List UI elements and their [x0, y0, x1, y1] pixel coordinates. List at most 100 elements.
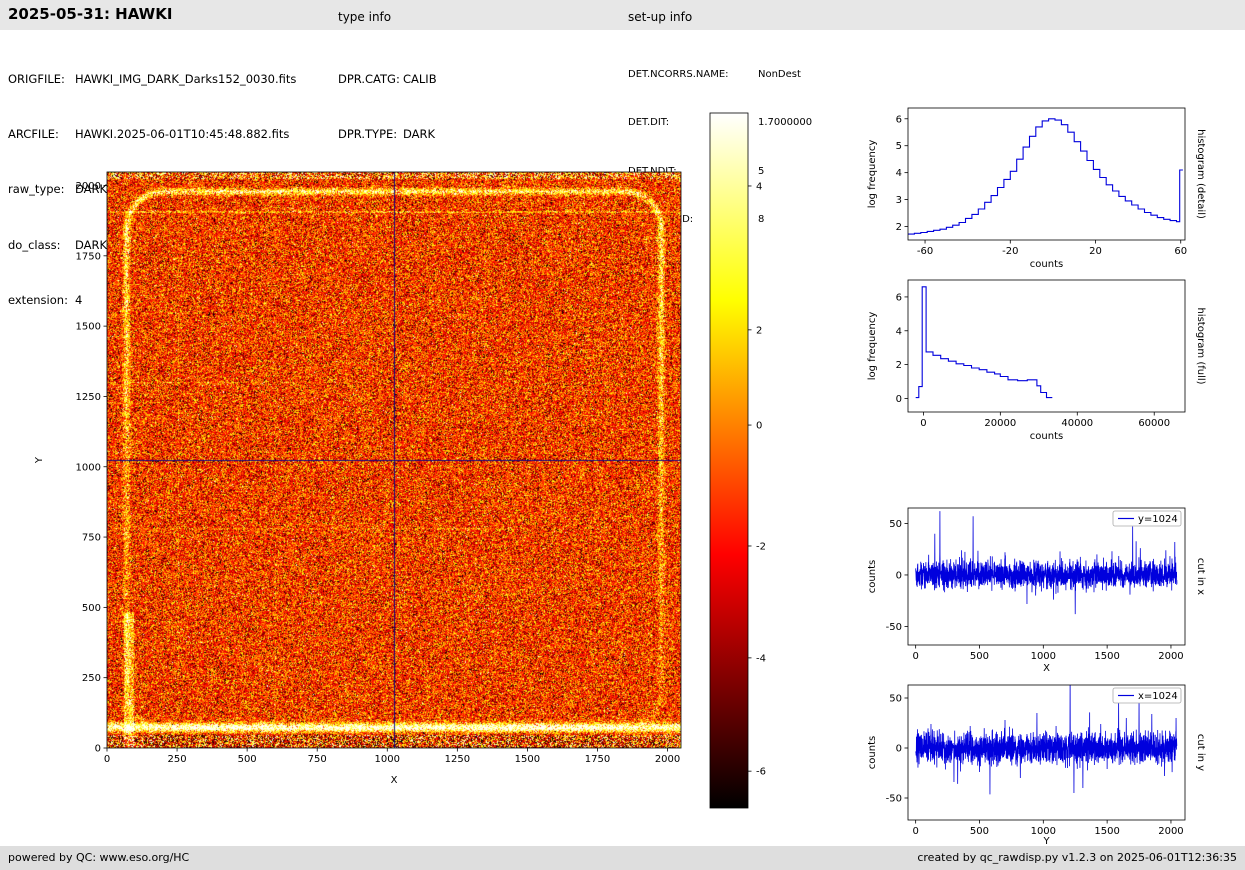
svg-text:1250: 1250	[76, 392, 101, 403]
svg-text:0: 0	[95, 744, 101, 755]
footer-credit-right: created by qc_rawdisp.py v1.2.3 on 2025-…	[917, 851, 1237, 864]
svg-text:4: 4	[896, 326, 902, 337]
cut-in-x-chart: 0 500 1000 1500 2000 -50 0 50 Xcounts cut in x y=1…	[855, 495, 1230, 685]
svg-text:750: 750	[308, 754, 327, 765]
svg-text:6: 6	[896, 292, 902, 303]
histogram-detail-chart: -60 -20 20 60 2 3 4 5 6 counts log frequency histog…	[855, 95, 1230, 280]
svg-text:x=1024: x=1024	[1138, 691, 1178, 702]
svg-text:500: 500	[238, 754, 257, 765]
svg-text:2000: 2000	[76, 181, 101, 192]
svg-text:0: 0	[756, 421, 762, 432]
svg-text:250: 250	[168, 754, 187, 765]
svg-text:2000: 2000	[655, 754, 680, 765]
svg-text:histogram (full): histogram (full)	[1195, 307, 1206, 384]
svg-text:log frequency: log frequency	[867, 140, 878, 209]
svg-text:0: 0	[912, 826, 918, 837]
metadata-row: DPR.CATG: CALIB	[338, 71, 530, 88]
svg-text:500: 500	[970, 651, 989, 662]
svg-text:1250: 1250	[445, 754, 470, 765]
svg-text:2: 2	[896, 222, 902, 233]
svg-text:6: 6	[896, 114, 902, 125]
svg-text:1500: 1500	[76, 322, 101, 333]
svg-text:cut in x: cut in x	[1195, 558, 1206, 595]
metadata-value: HAWKI_IMG_DARK_Darks152_0030.fits	[75, 72, 297, 86]
svg-text:0: 0	[896, 744, 902, 755]
svg-text:2000: 2000	[1158, 651, 1183, 662]
svg-text:counts: counts	[1030, 431, 1063, 442]
svg-text:4: 4	[896, 168, 902, 179]
header-bar	[0, 0, 1245, 30]
metadata-label: DET.NCORRS.NAME:	[628, 69, 729, 80]
svg-text:1500: 1500	[515, 754, 540, 765]
svg-text:-2: -2	[756, 541, 766, 552]
svg-text:2: 2	[896, 360, 902, 371]
svg-text:20: 20	[1089, 246, 1102, 257]
page-title: 2025-05-31: HAWKI	[8, 5, 173, 23]
svg-text:0: 0	[896, 394, 902, 405]
metadata-value: DARK	[403, 127, 436, 142]
setup-info-heading: set-up info	[628, 10, 693, 24]
svg-text:counts: counts	[867, 560, 878, 593]
histogram-full-chart: 0 20000 40000 60000 0 2 4 6 counts log frequency h…	[855, 270, 1230, 452]
svg-text:-50: -50	[886, 622, 902, 633]
metadata-label: ORIGFILE:	[8, 72, 65, 86]
svg-text:1000: 1000	[1031, 651, 1056, 662]
metadata-value: NonDest	[758, 69, 801, 80]
svg-text:60: 60	[1174, 246, 1187, 257]
svg-text:-60: -60	[917, 246, 933, 257]
detector-image-plot: 0 250 500 750 1000 1250 1500 1750 2000 0 250 500 750…	[30, 150, 730, 820]
svg-text:250: 250	[82, 673, 101, 684]
svg-text:0: 0	[104, 754, 110, 765]
svg-text:-50: -50	[886, 794, 902, 805]
metadata-row: ORIGFILE: HAWKI_IMG_DARK_Darks152_0030.fi…	[8, 71, 296, 88]
svg-text:X: X	[391, 775, 398, 786]
cut-in-y-chart: 0 500 1000 1500 2000 -50 0 50 Ycounts cut in y x=1…	[855, 672, 1230, 867]
metadata-label: DPR.CATG:	[338, 72, 400, 86]
svg-text:1750: 1750	[76, 251, 101, 262]
svg-text:0: 0	[920, 418, 926, 429]
svg-text:-20: -20	[1002, 246, 1018, 257]
svg-text:50: 50	[889, 694, 902, 705]
svg-text:Y: Y	[34, 456, 45, 464]
svg-text:4: 4	[756, 181, 762, 192]
svg-text:1000: 1000	[375, 754, 400, 765]
svg-text:1500: 1500	[1094, 826, 1119, 837]
type-info-heading: type info	[338, 10, 392, 24]
hist-detail-svg: -60 -20 20 60 2 3 4 5 6 counts log frequency histog…	[867, 107, 1206, 270]
svg-text:1750: 1750	[585, 754, 610, 765]
metadata-row: DET.NCORRS.NAME: NonDest	[628, 69, 812, 80]
colorbar: 4 2 0 -2 -4 -6	[700, 105, 800, 820]
svg-text:counts: counts	[867, 736, 878, 769]
svg-text:500: 500	[970, 826, 989, 837]
svg-text:2000: 2000	[1158, 826, 1183, 837]
colorbar-svg: 4 2 0 -2 -4 -6	[709, 112, 766, 809]
metadata-value: CALIB	[403, 72, 437, 86]
svg-text:750: 750	[82, 533, 101, 544]
svg-text:1500: 1500	[1094, 651, 1119, 662]
svg-text:60000: 60000	[1138, 418, 1170, 429]
hist-full-svg: 0 20000 40000 60000 0 2 4 6 counts log frequency h…	[867, 279, 1206, 442]
svg-text:3: 3	[896, 195, 902, 206]
svg-text:-6: -6	[756, 767, 766, 778]
svg-text:y=1024: y=1024	[1138, 514, 1178, 525]
cut-x-svg: 0 500 1000 1500 2000-50050Xcounts cut in xy=1…	[867, 507, 1206, 674]
svg-text:20000: 20000	[984, 418, 1016, 429]
metadata-row: DPR.TYPE: DARK	[338, 126, 530, 143]
svg-text:cut in y: cut in y	[1195, 734, 1206, 771]
metadata-label: DPR.TYPE:	[338, 127, 398, 142]
svg-text:1000: 1000	[76, 462, 101, 473]
main-plot-svg: 0 250 500 750 1000 1250 1500 1750 2000 0 250 500 750…	[34, 171, 682, 786]
svg-text:0: 0	[896, 570, 902, 581]
svg-text:0: 0	[912, 651, 918, 662]
metadata-row: ARCFILE: HAWKI.2025-06-01T10:45:48.882.fi…	[8, 126, 296, 143]
metadata-label: ARCFILE:	[8, 127, 59, 142]
cut-y-svg: 0 500 1000 1500 2000-50050Ycounts cut in yx=1…	[867, 684, 1206, 847]
svg-text:5: 5	[896, 141, 902, 152]
svg-text:500: 500	[82, 603, 101, 614]
svg-text:log frequency: log frequency	[867, 312, 878, 381]
metadata-value: HAWKI.2025-06-01T10:45:48.882.fits	[75, 127, 290, 142]
svg-text:50: 50	[889, 519, 902, 530]
footer-credit-left: powered by QC: www.eso.org/HC	[8, 851, 190, 864]
svg-text:-4: -4	[756, 653, 766, 664]
svg-text:counts: counts	[1030, 259, 1063, 270]
